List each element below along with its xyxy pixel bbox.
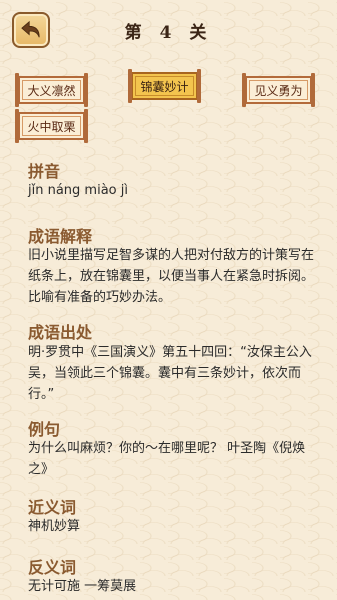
meaning-text: 旧小说里描写足智多谋的人把对付敌方的计策写在纸条上，放在锦囊里，以便当事人在紧急… [28,248,315,305]
example-text: 为什么叫麻烦？你的～在哪里呢？ 叶圣陶《倪焕之》 [28,441,306,477]
antonym-heading: 反义词 [28,558,77,577]
option-button-2-selected[interactable]: 锦囊妙计 [128,69,201,103]
option-label: 大义凛然 [27,83,76,98]
source-heading: 成语出处 [28,323,93,342]
option-label: 火中取栗 [27,119,76,134]
source-text: 明·罗贯中《三国演义》第五十四回：“汝保主公入吴，当领此三个锦囊。囊中有三条妙计… [28,345,312,402]
option-button-1[interactable]: 大义凛然 [15,73,88,107]
synonym-text: 神机妙算 [28,519,81,534]
pinyin-text: jǐn náng miào jì [28,183,128,198]
option-button-4[interactable]: 火中取栗 [15,109,88,143]
meaning-heading: 成语解释 [28,227,93,246]
header: 第 4 关 [0,0,337,64]
pinyin-heading: 拼音 [28,162,61,181]
synonym-heading: 近义词 [28,498,77,517]
option-label: 见义勇为 [254,83,303,98]
example-heading: 例句 [28,420,61,439]
level-title: 第 4 关 [124,23,213,43]
option-label: 锦囊妙计 [140,79,189,94]
option-button-3[interactable]: 见义勇为 [242,73,315,107]
antonym-text: 无计可施 一筹莫展 [28,579,137,594]
